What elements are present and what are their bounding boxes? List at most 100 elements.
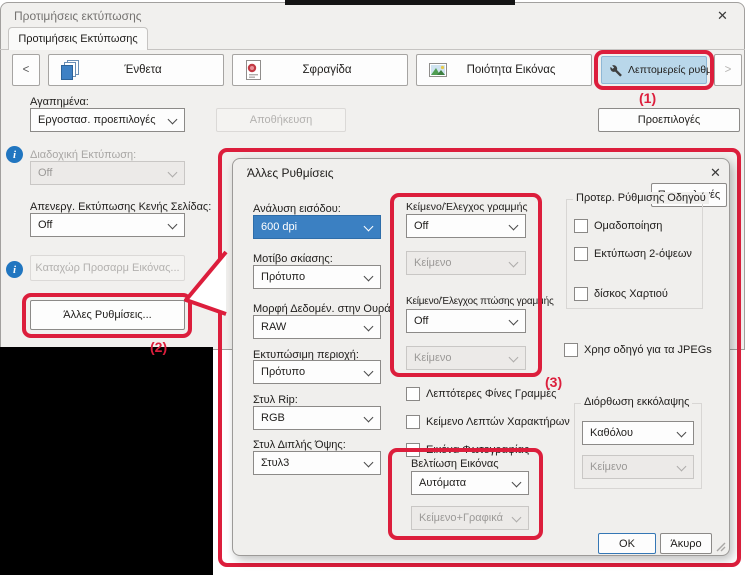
checkbox-label: Ομαδοποίηση — [594, 220, 663, 232]
back-arrow-icon: < — [22, 64, 30, 76]
rip-style-label: Στυλ Rip: — [253, 394, 298, 406]
text-line-fall-control-label: Κείμενο/Έλεγχος πτώσης γραμμής — [406, 296, 554, 307]
defaults-button-main[interactable]: Προεπιλογές — [598, 108, 740, 132]
chevron-down-icon — [511, 512, 522, 523]
duplex-style-label: Στυλ Διπλής Όψης: — [253, 439, 346, 451]
screen: Προτιμήσεις εκτύπωσης ✕ Προτιμήσεις Εκτύ… — [0, 0, 747, 575]
info-icon: i — [6, 261, 23, 278]
text-line-fall-control-select[interactable]: Off — [406, 309, 526, 333]
checkbox-row-photo-image[interactable]: Εικόνα Φωτογραφίας — [406, 443, 529, 457]
window-close-icon[interactable]: ✕ — [717, 8, 728, 24]
text-line-fall-control-value: Off — [414, 315, 429, 327]
text-line-control-select[interactable]: Off — [406, 214, 526, 238]
image-enhancement-value: Αυτόματα — [419, 477, 467, 489]
favorites-label: Αγαπημένα: — [30, 96, 89, 108]
image-enhancement-sub-select: Κείμενο+Γραφικά — [411, 506, 529, 530]
chevron-down-icon — [511, 477, 522, 488]
rip-style-value: RGB — [261, 412, 285, 424]
resize-grip[interactable] — [714, 540, 726, 552]
background-window-strip — [285, 0, 515, 5]
callout-pointer-arrow — [184, 250, 228, 316]
checkbox-label: Λεπτότερες Φίνες Γραμμές — [426, 388, 557, 400]
chevron-down-icon — [167, 219, 178, 230]
spool-data-format-select[interactable]: RAW — [253, 315, 381, 339]
checkbox[interactable] — [406, 387, 420, 401]
text-line-control-sub-value: Κείμενο — [414, 257, 452, 269]
input-resolution-value: 600 dpi — [261, 221, 298, 233]
chevron-down-icon — [363, 412, 374, 423]
spool-data-format-label: Μορφή Δεδομέν. στην Ουρά: — [253, 303, 394, 315]
input-resolution-select[interactable]: 600 dpi — [253, 215, 381, 239]
blank-page-select[interactable]: Off — [30, 213, 185, 237]
checkbox[interactable] — [574, 247, 588, 261]
printable-area-select[interactable]: Πρότυπο — [253, 360, 381, 384]
checkbox[interactable] — [564, 343, 578, 357]
shading-pattern-select[interactable]: Πρότυπο — [253, 265, 381, 289]
checkbox-label: Εκτύπωση 2-όψεων — [594, 248, 692, 260]
chevron-down-icon — [508, 257, 519, 268]
checkbox-row-duplex[interactable]: Εκτύπωση 2-όψεων — [574, 247, 692, 261]
checkbox[interactable] — [406, 443, 420, 457]
hatching-correction-select[interactable]: Καθόλου — [582, 421, 694, 445]
toolbar-tab-stamp[interactable]: Σφραγίδα — [232, 54, 408, 86]
input-resolution-label: Ανάλυση εισόδου: — [253, 203, 341, 215]
toolbar-back-button[interactable]: < — [12, 54, 40, 86]
dialog-close-icon[interactable]: ✕ — [710, 165, 721, 181]
toolbar-tab-label: Ποιότητα Εικόνας — [466, 64, 556, 76]
other-settings-dialog: Άλλες Ρυθμίσεις ✕ Προεπιλογές Ανάλυση ει… — [232, 158, 730, 556]
printable-area-value: Πρότυπο — [261, 366, 306, 378]
chevron-down-icon — [167, 167, 178, 178]
rip-style-select[interactable]: RGB — [253, 406, 381, 430]
duplex-style-value: Στυλ3 — [261, 457, 290, 469]
callout-label-3: (3) — [545, 374, 563, 390]
tab-label: Προτιμήσεις Εκτύπωσης — [18, 33, 138, 45]
driver-priority-group-label: Προτερ. Ρύθμισης Οδηγού — [573, 192, 709, 204]
tab-printing-preferences[interactable]: Προτιμήσεις Εκτύπωσης — [8, 27, 148, 50]
forward-arrow-icon: > — [724, 64, 732, 76]
checkbox[interactable] — [406, 415, 420, 429]
checkbox-row-paper-tray[interactable]: δίσκος Χαρτιού — [574, 287, 668, 301]
checkbox-row-jpeg-driver[interactable]: Χρησ οδηγό για τα JPEGs — [564, 343, 712, 357]
text-line-control-value: Off — [414, 220, 429, 232]
chevron-down-icon — [508, 352, 519, 363]
checkbox-row-collate[interactable]: Ομαδοποίηση — [574, 219, 662, 233]
toolbar-tab-inserts[interactable]: Ένθετα — [48, 54, 224, 86]
image-enhancement-select[interactable]: Αυτόματα — [411, 471, 529, 495]
toolbar-tab-detailed-settings[interactable]: Λεπτομερείς ρυθμίσεις — [601, 56, 733, 84]
stamp-icon — [243, 59, 265, 81]
checkbox[interactable] — [574, 219, 588, 233]
dialog-title: Άλλες Ρυθμίσεις — [247, 166, 334, 180]
toolbar-tab-image-quality[interactable]: Ποιότητα Εικόνας — [416, 54, 592, 86]
chevron-down-icon — [676, 461, 687, 472]
wrench-icon — [608, 63, 623, 78]
ok-button[interactable]: OK — [598, 533, 656, 554]
tandem-print-label: Διαδοχική Εκτύπωση: — [30, 149, 137, 161]
checkbox-label: δίσκος Χαρτιού — [594, 288, 668, 300]
text-line-fall-control-sub-select: Κείμενο — [406, 346, 526, 370]
favorites-value: Εργοστασ. προεπιλογές — [38, 114, 156, 126]
save-button[interactable]: Αποθήκευση — [216, 108, 346, 132]
tandem-print-select: Off — [30, 161, 185, 185]
favorites-select[interactable]: Εργοστασ. προεπιλογές — [30, 108, 185, 132]
custom-image-button[interactable]: Καταχώρ Προσαρμ Εικόνας... — [30, 255, 185, 281]
checkbox[interactable] — [574, 287, 588, 301]
checkbox-row-sharper-fine-lines[interactable]: Λεπτότερες Φίνες Γραμμές — [406, 387, 556, 401]
toolbar-forward-button[interactable]: > — [714, 54, 742, 86]
chevron-down-icon — [508, 220, 519, 231]
chevron-down-icon — [363, 271, 374, 282]
spool-data-format-value: RAW — [261, 321, 287, 333]
toolbar-tab-label: Σφραγίδα — [302, 64, 352, 76]
hatching-correction-value: Καθόλου — [590, 427, 634, 439]
chevron-down-icon — [363, 221, 374, 232]
chevron-down-icon — [508, 315, 519, 326]
checkbox-label: Εικόνα Φωτογραφίας — [426, 444, 530, 456]
checkbox-row-fine-text[interactable]: Κείμενο Λεπτών Χαρακτήρων — [406, 415, 570, 429]
hatching-correction-sub-value: Κείμενο — [590, 461, 628, 473]
other-settings-button[interactable]: Άλλες Ρυθμίσεις... — [30, 300, 185, 330]
cancel-button[interactable]: Άκυρο — [660, 533, 712, 554]
callout-label-2: (2) — [150, 339, 168, 355]
chevron-down-icon — [363, 321, 374, 332]
toolbar-tab-label: Ένθετα — [124, 64, 162, 76]
duplex-style-select[interactable]: Στυλ3 — [253, 451, 381, 475]
callout-label-1: (1) — [639, 90, 657, 106]
